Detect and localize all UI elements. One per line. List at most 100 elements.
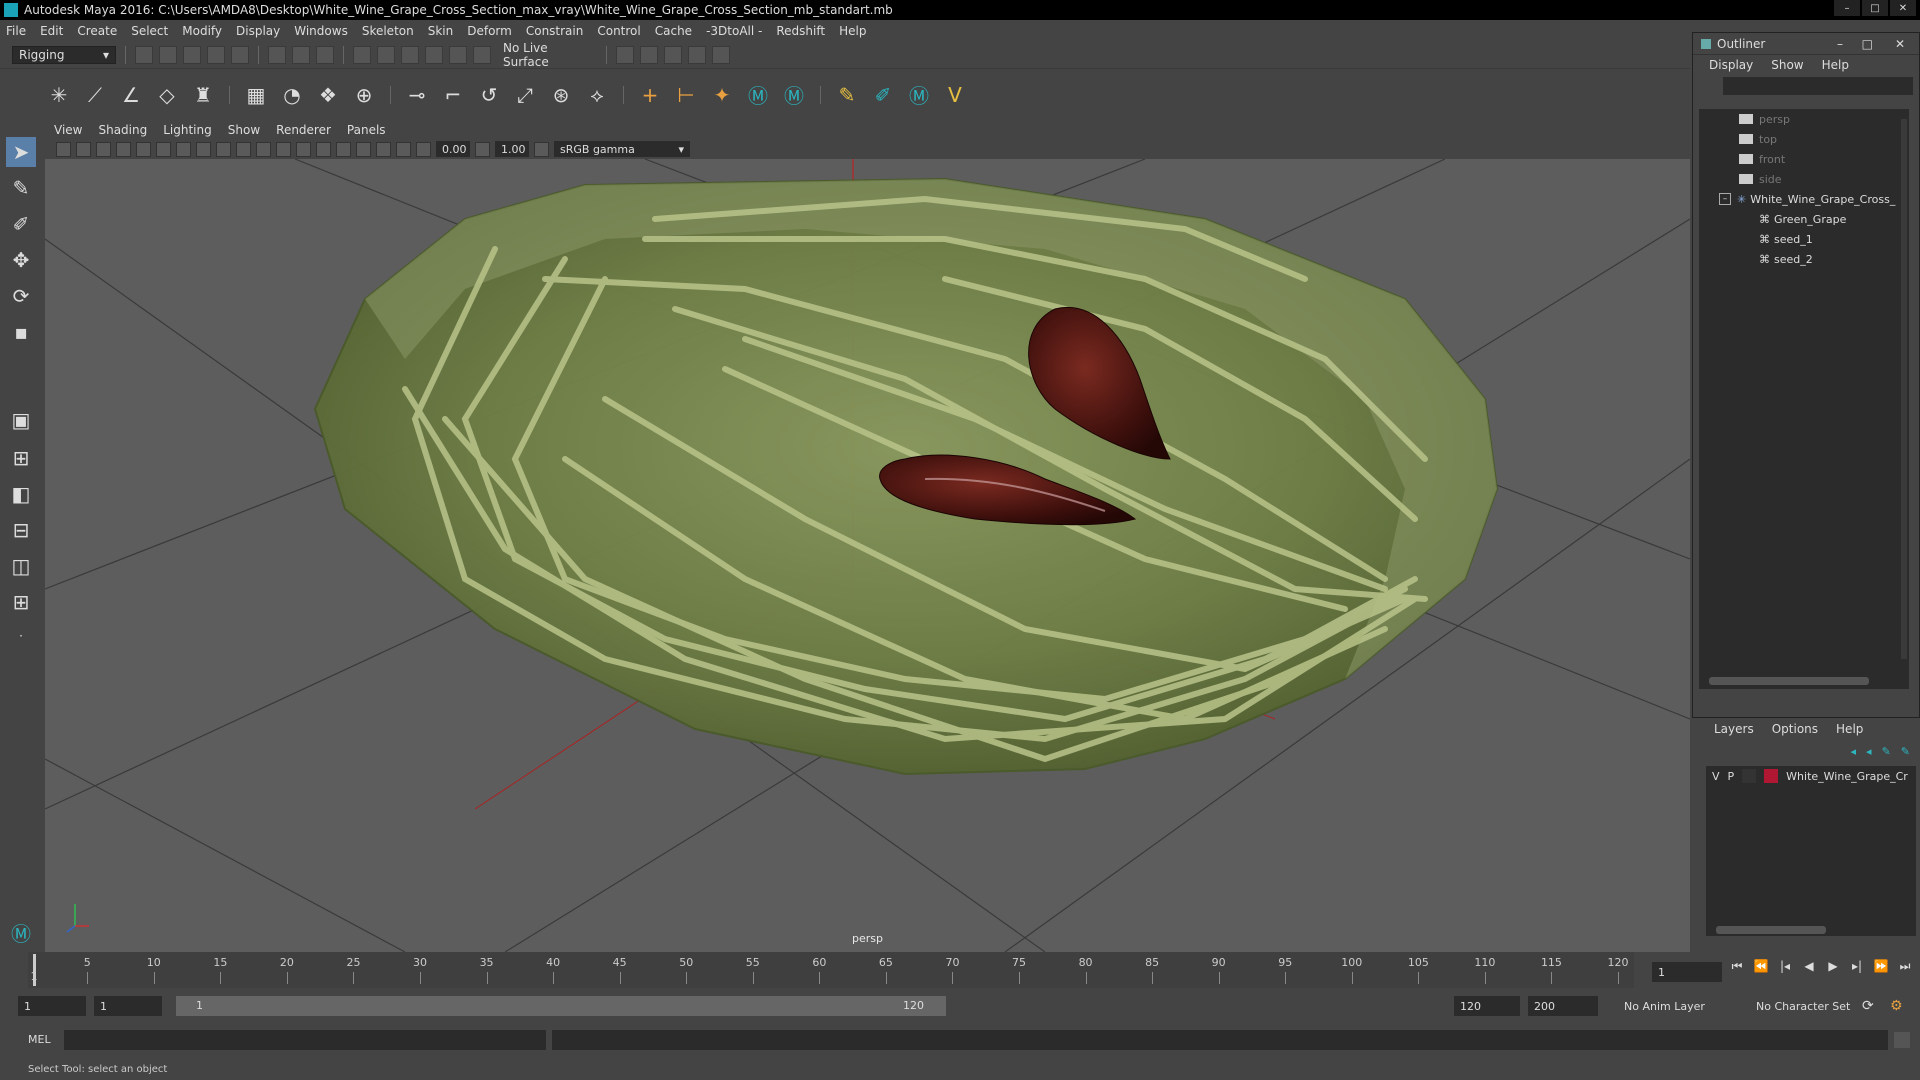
wireframe-icon[interactable] bbox=[276, 141, 291, 157]
step-forward-frame-icon[interactable]: ▸| bbox=[1848, 958, 1866, 974]
go-to-start-icon[interactable]: ⏮ bbox=[1728, 958, 1746, 974]
outliner-item-top[interactable]: top bbox=[1699, 129, 1909, 149]
outliner-menu-show[interactable]: Show bbox=[1771, 58, 1803, 72]
outliner-item-green-grape[interactable]: ⌘ Green_Grape bbox=[1699, 209, 1909, 229]
panel-menu-show[interactable]: Show bbox=[228, 123, 260, 137]
maya-tool-3-icon[interactable]: Ⓜ bbox=[906, 82, 932, 108]
character-set-dropdown[interactable]: No Character Set bbox=[1756, 1000, 1850, 1013]
xray-icon[interactable] bbox=[376, 141, 391, 157]
range-bar[interactable]: 1 120 bbox=[176, 996, 946, 1016]
outliner-menu-display[interactable]: Display bbox=[1709, 58, 1753, 72]
layer-menu-help[interactable]: Help bbox=[1836, 722, 1863, 736]
persp-viewport[interactable]: persp bbox=[45, 159, 1690, 952]
blend-shape-icon[interactable]: ✎ bbox=[834, 82, 860, 108]
menu-control[interactable]: Control bbox=[597, 24, 640, 38]
undo-icon[interactable] bbox=[207, 46, 225, 64]
select-tool-icon[interactable]: ➤ bbox=[6, 137, 36, 167]
gamma-field[interactable]: 1.00 bbox=[495, 141, 529, 157]
menu-3dtoall[interactable]: -3DtoAll - bbox=[706, 24, 762, 38]
collapse-toggle-icon[interactable]: – bbox=[1719, 193, 1731, 205]
layer-menu-layers[interactable]: Layers bbox=[1714, 722, 1754, 736]
menu-file[interactable]: File bbox=[6, 24, 26, 38]
hypershade-icon[interactable] bbox=[712, 46, 730, 64]
v-tool-icon[interactable]: V bbox=[942, 82, 968, 108]
outliner-horizontal-scrollbar[interactable] bbox=[1709, 677, 1869, 685]
new-layer-selected-icon[interactable]: ✎ bbox=[1901, 745, 1910, 758]
open-scene-icon[interactable] bbox=[159, 46, 177, 64]
gamma-icon[interactable] bbox=[475, 141, 490, 157]
menu-modify[interactable]: Modify bbox=[182, 24, 222, 38]
end-time-field[interactable]: 200 bbox=[1528, 996, 1598, 1016]
step-forward-key-icon[interactable]: ⏩ bbox=[1872, 958, 1890, 974]
resolution-gate-icon[interactable] bbox=[196, 141, 211, 157]
pole-vector-icon[interactable]: ⟡ bbox=[584, 82, 610, 108]
outliner-item-group[interactable]: – ✳ White_Wine_Grape_Cross_ bbox=[1699, 189, 1909, 209]
auto-key-icon[interactable]: ⟳ bbox=[1862, 998, 1874, 1014]
orient-constraint-icon[interactable]: ↺ bbox=[476, 82, 502, 108]
menu-help[interactable]: Help bbox=[839, 24, 866, 38]
menu-set-dropdown[interactable]: Rigging ▾ bbox=[12, 46, 116, 64]
render-view-icon[interactable] bbox=[688, 46, 706, 64]
select-hierarchy-icon[interactable] bbox=[268, 46, 286, 64]
paint-weights-icon[interactable]: ✦ bbox=[709, 82, 735, 108]
menu-skeleton[interactable]: Skeleton bbox=[362, 24, 414, 38]
paint-select-icon[interactable]: ✐ bbox=[6, 209, 36, 239]
grease-pencil-icon[interactable] bbox=[136, 141, 151, 157]
start-time-field[interactable]: 1 bbox=[18, 996, 86, 1016]
command-input[interactable] bbox=[64, 1030, 546, 1050]
render-settings-icon[interactable] bbox=[616, 46, 634, 64]
outliner-maximize-button[interactable]: □ bbox=[1862, 37, 1873, 51]
outliner-vertical-scrollbar[interactable] bbox=[1901, 119, 1907, 659]
film-gate-icon[interactable] bbox=[176, 141, 191, 157]
lasso-tool-icon[interactable]: ✎ bbox=[6, 173, 36, 203]
maximize-button[interactable]: □ bbox=[1862, 0, 1888, 16]
snap-curve-icon[interactable] bbox=[377, 46, 395, 64]
aim-constraint-icon[interactable]: ⊛ bbox=[548, 82, 574, 108]
step-back-key-icon[interactable]: ⏪ bbox=[1752, 958, 1770, 974]
layer-visibility-toggle[interactable]: V bbox=[1712, 770, 1720, 783]
locator-icon[interactable]: + bbox=[637, 82, 663, 108]
ik-handle-icon[interactable]: ⟋ bbox=[82, 82, 108, 108]
bookmark-icon[interactable] bbox=[96, 141, 111, 157]
snap-point-icon[interactable] bbox=[401, 46, 419, 64]
panel-menu-view[interactable]: View bbox=[54, 123, 82, 137]
outliner-item-front[interactable]: front bbox=[1699, 149, 1909, 169]
menu-constrain[interactable]: Constrain bbox=[526, 24, 584, 38]
lock-camera-icon[interactable] bbox=[76, 141, 91, 157]
new-scene-icon[interactable] bbox=[135, 46, 153, 64]
smooth-shade-icon[interactable] bbox=[296, 141, 311, 157]
snap-grid-icon[interactable] bbox=[353, 46, 371, 64]
maya-tool-2-icon[interactable]: Ⓜ bbox=[781, 82, 807, 108]
redo-icon[interactable] bbox=[231, 46, 249, 64]
outliner-item-side[interactable]: side bbox=[1699, 169, 1909, 189]
isolate-select-icon[interactable] bbox=[396, 141, 411, 157]
go-to-end-icon[interactable]: ⏭ bbox=[1896, 958, 1914, 974]
mirror-skin-icon[interactable]: ✐ bbox=[870, 82, 896, 108]
wrap-icon[interactable]: ◔ bbox=[279, 82, 305, 108]
create-joint-icon[interactable]: ✳ bbox=[46, 82, 72, 108]
layout-toggle-icon[interactable]: · bbox=[6, 621, 36, 651]
menu-select[interactable]: Select bbox=[131, 24, 168, 38]
outliner-menu-help[interactable]: Help bbox=[1822, 58, 1849, 72]
bind-skin-icon[interactable]: ⊢ bbox=[673, 82, 699, 108]
scale-constraint-icon[interactable]: ⤢ bbox=[512, 82, 538, 108]
textured-icon[interactable] bbox=[316, 141, 331, 157]
render-frame-icon[interactable] bbox=[640, 46, 658, 64]
command-language-label[interactable]: MEL bbox=[28, 1033, 51, 1046]
insert-joint-icon[interactable]: ◇ bbox=[154, 82, 180, 108]
panel-menu-panels[interactable]: Panels bbox=[347, 123, 386, 137]
menu-windows[interactable]: Windows bbox=[294, 24, 348, 38]
safe-action-icon[interactable] bbox=[256, 141, 271, 157]
outliner-close-button[interactable]: ✕ bbox=[1895, 37, 1905, 51]
close-button[interactable]: ✕ bbox=[1890, 0, 1916, 16]
gate-mask-icon[interactable] bbox=[216, 141, 231, 157]
lattice-icon[interactable]: ▦ bbox=[243, 82, 269, 108]
shadows-icon[interactable] bbox=[356, 141, 371, 157]
select-component-icon[interactable] bbox=[316, 46, 334, 64]
layout-side-icon[interactable]: ◧ bbox=[6, 479, 36, 509]
panel-menu-lighting[interactable]: Lighting bbox=[163, 123, 212, 137]
current-frame-field[interactable]: 1 bbox=[1652, 962, 1722, 982]
playback-start-field[interactable]: 1 bbox=[94, 996, 162, 1016]
layer-horizontal-scrollbar[interactable] bbox=[1716, 926, 1826, 934]
preferences-icon[interactable]: ⚙ bbox=[1890, 998, 1903, 1014]
